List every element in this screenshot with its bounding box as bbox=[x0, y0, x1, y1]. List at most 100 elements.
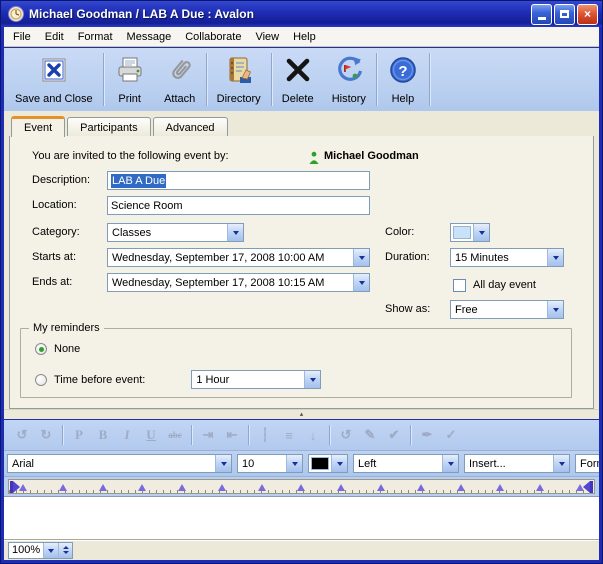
tab-stop-marker[interactable] bbox=[496, 484, 504, 491]
chevron-down-icon[interactable] bbox=[547, 249, 563, 266]
color-select[interactable] bbox=[450, 223, 490, 242]
ends-at-select[interactable]: Wednesday, September 17, 2008 10:15 AM bbox=[107, 273, 370, 292]
line-spacing-icon[interactable]: ≡ bbox=[277, 428, 301, 443]
indent-increase-icon[interactable]: ⇥ bbox=[196, 427, 220, 443]
italic-icon[interactable]: I bbox=[115, 427, 139, 443]
pen-icon[interactable]: ✎ bbox=[358, 427, 382, 443]
align-select[interactable]: Left bbox=[353, 454, 459, 473]
menu-format[interactable]: Format bbox=[71, 28, 120, 46]
help-label: Help bbox=[392, 93, 415, 105]
strikethrough-icon[interactable]: abc bbox=[163, 430, 187, 440]
bulleted-list-icon[interactable]: ┆ bbox=[253, 427, 277, 443]
font-color-select[interactable] bbox=[308, 454, 348, 473]
chevron-down-icon[interactable] bbox=[286, 455, 302, 472]
history-button[interactable]: History bbox=[323, 50, 375, 109]
redo-icon[interactable]: ↻ bbox=[34, 427, 58, 443]
chevron-down-icon[interactable] bbox=[473, 224, 489, 241]
menu-help[interactable]: Help bbox=[286, 28, 323, 46]
tab-event[interactable]: Event bbox=[11, 116, 65, 137]
chevron-down-icon[interactable] bbox=[304, 371, 320, 388]
titlebar[interactable]: Michael Goodman / LAB A Due : Avalon × bbox=[1, 1, 602, 27]
tab-stop-marker[interactable] bbox=[457, 484, 465, 491]
zoom-spinner[interactable] bbox=[58, 543, 72, 558]
zoom-select[interactable]: 100% bbox=[8, 542, 73, 559]
move-down-icon[interactable]: ↓ bbox=[301, 428, 325, 443]
undo-icon[interactable]: ↺ bbox=[10, 427, 34, 443]
insert-select[interactable]: Insert... bbox=[464, 454, 570, 473]
tab-stop-marker[interactable] bbox=[138, 484, 146, 491]
tab-stop-marker[interactable] bbox=[59, 484, 67, 491]
tab-stop-marker[interactable] bbox=[218, 484, 226, 491]
starts-at-select[interactable]: Wednesday, September 17, 2008 10:00 AM bbox=[107, 248, 370, 267]
all-day-checkbox[interactable] bbox=[453, 279, 466, 292]
indent-decrease-icon[interactable]: ⇤ bbox=[220, 427, 244, 443]
spinner-up-icon[interactable] bbox=[59, 543, 72, 551]
reminder-time-select[interactable]: 1 Hour bbox=[191, 370, 321, 389]
chevron-down-icon[interactable] bbox=[43, 543, 58, 558]
menu-view[interactable]: View bbox=[248, 28, 286, 46]
underline-icon[interactable]: U bbox=[139, 427, 163, 443]
splitter-handle[interactable]: ▴ bbox=[4, 409, 599, 419]
minimize-button[interactable] bbox=[531, 4, 552, 25]
chevron-down-icon[interactable] bbox=[553, 455, 569, 472]
message-body[interactable] bbox=[4, 496, 599, 539]
chevron-down-icon[interactable] bbox=[215, 455, 231, 472]
maximize-button[interactable] bbox=[554, 4, 575, 25]
tab-participants[interactable]: Participants bbox=[67, 117, 150, 137]
chevron-down-icon[interactable] bbox=[442, 455, 458, 472]
menu-edit[interactable]: Edit bbox=[38, 28, 71, 46]
chevron-down-icon[interactable] bbox=[547, 301, 563, 318]
chevron-down-icon[interactable] bbox=[353, 249, 369, 266]
window-title: Michael Goodman / LAB A Due : Avalon bbox=[29, 7, 529, 21]
tab-stop-marker[interactable] bbox=[258, 484, 266, 491]
show-as-select[interactable]: Free bbox=[450, 300, 564, 319]
bold-icon[interactable]: B bbox=[91, 427, 115, 443]
delete-button[interactable]: Delete bbox=[273, 50, 323, 109]
tab-stop-marker[interactable] bbox=[297, 484, 305, 491]
chevron-down-icon[interactable] bbox=[227, 224, 243, 241]
tab-stop-marker[interactable] bbox=[417, 484, 425, 491]
font-size-select[interactable]: 10 bbox=[237, 454, 303, 473]
tab-stop-marker[interactable] bbox=[19, 484, 27, 491]
toolbar-separator bbox=[271, 53, 272, 106]
tab-stop-marker[interactable] bbox=[377, 484, 385, 491]
tab-stop-marker[interactable] bbox=[178, 484, 186, 491]
attach-button[interactable]: Attach bbox=[155, 50, 205, 109]
menu-file[interactable]: File bbox=[6, 28, 38, 46]
close-button[interactable]: × bbox=[577, 4, 598, 25]
save-and-close-button[interactable]: Save and Close bbox=[6, 50, 102, 109]
help-button[interactable]: ? Help bbox=[378, 50, 428, 109]
main-toolbar: Save and Close Print Attach Direc bbox=[4, 47, 599, 111]
reminder-none-radio[interactable] bbox=[35, 343, 47, 355]
duration-select[interactable]: 15 Minutes bbox=[450, 248, 564, 267]
chevron-down-icon[interactable] bbox=[353, 274, 369, 291]
menu-collaborate[interactable]: Collaborate bbox=[178, 28, 248, 46]
directory-button[interactable]: Directory bbox=[208, 50, 270, 109]
tab-stop-marker[interactable] bbox=[337, 484, 345, 491]
directory-label: Directory bbox=[217, 93, 261, 105]
description-input[interactable]: LAB A Due bbox=[107, 171, 370, 190]
spell-check-icon[interactable]: ✓ bbox=[439, 427, 463, 443]
right-margin-marker[interactable] bbox=[583, 481, 593, 493]
font-family-select[interactable]: Arial bbox=[7, 454, 232, 473]
tabstrip: Event Participants Advanced bbox=[4, 111, 599, 136]
tab-stop-marker[interactable] bbox=[99, 484, 107, 491]
font-color-swatch bbox=[311, 457, 329, 470]
signature-icon[interactable]: ✒ bbox=[415, 427, 439, 443]
menu-message[interactable]: Message bbox=[120, 28, 179, 46]
font-toolbar: Arial 10 Left Insert... Format... bbox=[4, 450, 599, 476]
ruler[interactable] bbox=[8, 479, 595, 494]
left-margin-marker[interactable] bbox=[10, 481, 20, 493]
accept-edit-icon[interactable]: ✔ bbox=[382, 427, 406, 443]
print-button[interactable]: Print bbox=[105, 50, 155, 109]
spinner-down-icon[interactable] bbox=[59, 550, 72, 558]
format-select[interactable]: Format... bbox=[575, 454, 599, 473]
tab-advanced[interactable]: Advanced bbox=[153, 117, 228, 137]
rotate-text-icon[interactable]: ↺ bbox=[334, 427, 358, 443]
location-input[interactable]: Science Room bbox=[107, 196, 370, 215]
reminder-time-radio[interactable] bbox=[35, 374, 47, 386]
paragraph-style-icon[interactable]: P bbox=[67, 427, 91, 443]
tab-stop-marker[interactable] bbox=[536, 484, 544, 491]
chevron-down-icon[interactable] bbox=[331, 455, 347, 472]
category-select[interactable]: Classes bbox=[107, 223, 244, 242]
